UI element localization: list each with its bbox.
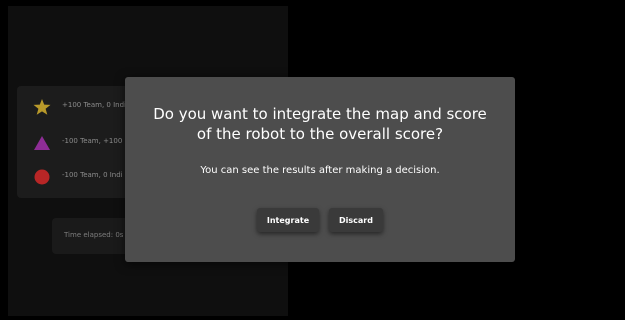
integrate-button[interactable]: Integrate — [257, 208, 319, 232]
discard-button[interactable]: Discard — [329, 208, 383, 232]
star-icon — [33, 99, 51, 115]
dialog-title: Do you want to integrate the map and sco… — [153, 105, 487, 143]
time-elapsed-label: Time elapsed: 0s — [64, 231, 124, 239]
circle-icon — [34, 169, 50, 185]
integrate-dialog: Do you want to integrate the map and sco… — [125, 77, 515, 262]
app-screen: +100 Team, 0 Indi -100 Team, +100 I -100… — [0, 0, 625, 320]
dialog-message: You can see the results after making a d… — [200, 165, 440, 176]
triangle-icon — [34, 136, 50, 150]
